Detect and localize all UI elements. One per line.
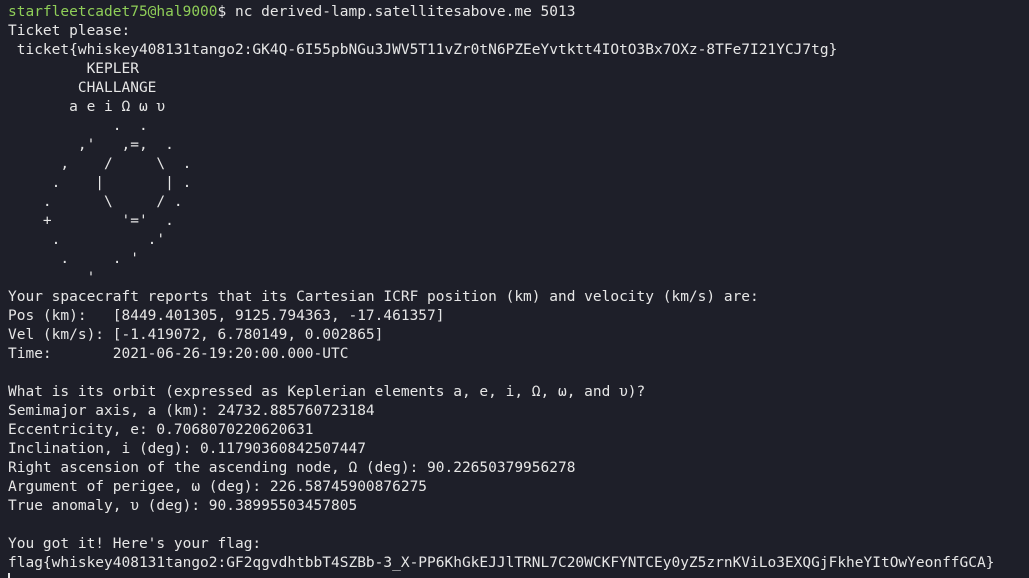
ticket-prompt: Ticket please: [8, 23, 131, 39]
orbit-art-line: ,' ,=, . [8, 137, 174, 153]
result-message: You got it! Here's your flag: [8, 536, 262, 552]
command-line: starfleetcadet75@hal9000$ nc derived-lam… [8, 3, 1029, 22]
report-intro: Your spacecraft reports that its Cartesi… [8, 289, 759, 305]
answer-inclination: Inclination, i (deg): 0.1179036084250744… [8, 441, 366, 457]
answer-argument-of-perigee: Argument of perigee, ω (deg): 226.587459… [8, 479, 428, 495]
orbit-art-line: . | | . [8, 175, 192, 191]
orbit-art-line: , / \ . [8, 156, 192, 172]
text-cursor [8, 573, 10, 578]
flag-line: flag{whiskey408131tango2:GF2qgvdhtbbT4SZ… [8, 555, 995, 571]
answer-eccentricity: Eccentricity, e: 0.7068070220620631 [8, 422, 314, 438]
question-prompt: What is its orbit (expressed as Kepleria… [8, 384, 646, 400]
orbit-art-line: . .' [8, 232, 166, 248]
input-line[interactable] [8, 573, 1029, 578]
command-text: nc derived-lamp.satellitesabove.me 5013 [234, 4, 576, 20]
answer-semimajor-axis: Semimajor axis, a (km): 24732.8857607231… [8, 403, 375, 419]
banner-line: a e i Ω ω υ [8, 99, 166, 115]
orbit-art-line: . . [8, 118, 148, 134]
orbit-art-line: ' [8, 270, 96, 286]
answer-true-anomaly: True anomaly, υ (deg): 90.38995503457805 [8, 498, 358, 514]
orbit-art-line: + '=' . [8, 213, 174, 229]
prompt-user-host: starfleetcadet75@hal9000 [8, 4, 218, 20]
time-line: Time: 2021-06-26-19:20:00.000-UTC [8, 346, 349, 362]
banner-line: CHALLANGE [8, 80, 157, 96]
position-line: Pos (km): [8449.401305, 9125.794363, -17… [8, 308, 445, 324]
velocity-line: Vel (km/s): [-1.419072, 6.780149, 0.0028… [8, 327, 384, 343]
answer-raan: Right ascension of the ascending node, Ω… [8, 460, 576, 476]
banner-line: KEPLER [8, 61, 139, 77]
orbit-art-line: . . ' [8, 251, 139, 267]
orbit-art-line: . \ / . [8, 194, 183, 210]
ticket-value: ticket{whiskey408131tango2:GK4Q-6I55pbNG… [8, 42, 838, 58]
terminal-window[interactable]: starfleetcadet75@hal9000$ nc derived-lam… [0, 0, 1029, 578]
prompt-symbol: $ [217, 4, 235, 20]
